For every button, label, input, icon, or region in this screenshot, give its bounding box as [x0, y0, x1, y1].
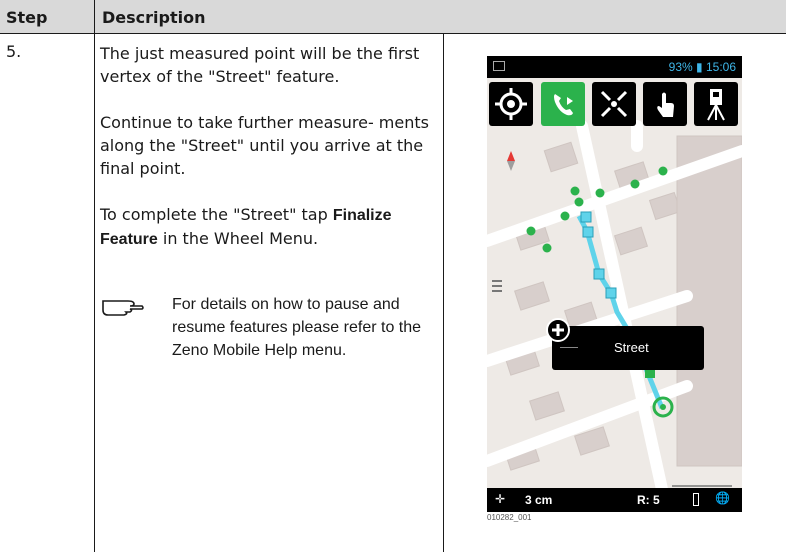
line-type-symbol	[560, 347, 578, 348]
clock: 15:06	[705, 60, 736, 74]
paragraph: Continue to take further measure- ments …	[100, 113, 429, 178]
status-info: 93% ▮ 15:06	[668, 60, 736, 74]
image-icon	[493, 61, 505, 71]
tap-hand-icon[interactable]	[643, 82, 687, 126]
feature-name: Street	[614, 340, 649, 355]
table-header: Step Description	[0, 0, 786, 34]
step-description: The just measured point will be the firs…	[100, 42, 438, 274]
paragraph: The just measured point will be the firs…	[100, 44, 420, 86]
battery-icon	[693, 493, 699, 506]
globe-icon[interactable]: 🌐	[715, 491, 730, 505]
header-step: Step	[6, 8, 48, 27]
status-bar: 93% ▮ 15:06	[487, 56, 742, 78]
device-screenshot: 93% ▮ 15:06 Street ✛ 3 cm R: 5 🌐	[487, 56, 742, 512]
instruction-table: Step Description 5. The just measured po…	[0, 0, 786, 552]
instruction-paragraph: To complete the "Street" tap Finalize Fe…	[100, 203, 438, 251]
step-number: 5.	[6, 42, 22, 61]
accuracy-value: 3 cm	[525, 493, 553, 507]
battery-level: 93%	[668, 60, 693, 74]
total-station-icon[interactable]	[694, 82, 738, 126]
figure-id: 010282_001	[487, 513, 532, 522]
feature-label[interactable]: Street	[546, 318, 704, 370]
phone-call-icon[interactable]	[541, 82, 585, 126]
crosshair-icon: ✛	[495, 492, 506, 506]
instruction-text: in the Wheel Menu.	[157, 229, 319, 248]
rover-value: R: 5	[637, 493, 660, 507]
add-vertex-icon[interactable]	[546, 318, 570, 342]
column-divider	[443, 34, 444, 552]
header-description: Description	[102, 8, 206, 27]
gps-target-icon[interactable]	[489, 82, 533, 126]
zoom-extent-icon[interactable]	[592, 82, 636, 126]
note-text: For details on how to pause and resume f…	[172, 296, 422, 359]
pointing-hand-icon	[102, 300, 144, 316]
column-divider	[94, 0, 95, 552]
instruction-text: To complete the "Street" tap	[100, 205, 333, 224]
bottom-bar: ✛ 3 cm R: 5 🌐	[487, 488, 742, 512]
